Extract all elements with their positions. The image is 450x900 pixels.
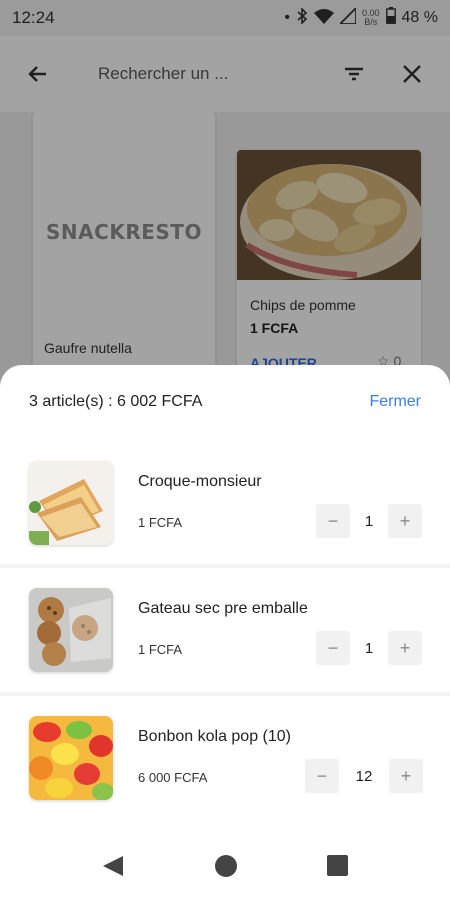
bonbon-kola-image: [29, 716, 113, 800]
gateau-sec-image: [29, 588, 113, 672]
nav-recents-icon[interactable]: [327, 855, 348, 876]
quantity-stepper: − 12 +: [305, 759, 423, 793]
quantity-stepper: − 1 +: [316, 504, 422, 538]
cart-item: Bonbon kola pop (10) 6 000 FCFA − 12 +: [0, 696, 450, 824]
cart-item: Gateau sec pre emballe 1 FCFA − 1 +: [0, 568, 450, 696]
croque-monsieur-image: [29, 461, 113, 545]
item-price: 1 FCFA: [138, 642, 183, 657]
decrement-button[interactable]: −: [316, 504, 350, 538]
item-name: Bonbon kola pop (10): [138, 728, 291, 745]
quantity-value: 1: [364, 639, 374, 657]
item-price: 1 FCFA: [138, 515, 183, 530]
cart-sheet: 3 article(s) : 6 002 FCFA Fermer Croque-…: [0, 365, 450, 900]
cart-item: Croque-monsieur 1 FCFA − 1 +: [0, 441, 450, 569]
item-price: 6 000 FCFA: [138, 770, 208, 785]
navigation-bar: [0, 832, 450, 900]
increment-button[interactable]: +: [389, 759, 423, 793]
decrement-button[interactable]: −: [316, 631, 350, 665]
nav-home-icon[interactable]: [215, 855, 237, 877]
quantity-value: 12: [355, 767, 373, 785]
item-name: Croque-monsieur: [138, 473, 262, 490]
quantity-value: 1: [364, 512, 374, 530]
item-name: Gateau sec pre emballe: [138, 600, 308, 617]
nav-back-icon[interactable]: [101, 854, 125, 878]
quantity-stepper: − 1 +: [316, 631, 422, 665]
increment-button[interactable]: +: [388, 631, 422, 665]
decrement-button[interactable]: −: [305, 759, 339, 793]
increment-button[interactable]: +: [388, 504, 422, 538]
cart-summary: 3 article(s) : 6 002 FCFA: [29, 393, 203, 410]
close-sheet-button[interactable]: Fermer: [369, 393, 421, 411]
